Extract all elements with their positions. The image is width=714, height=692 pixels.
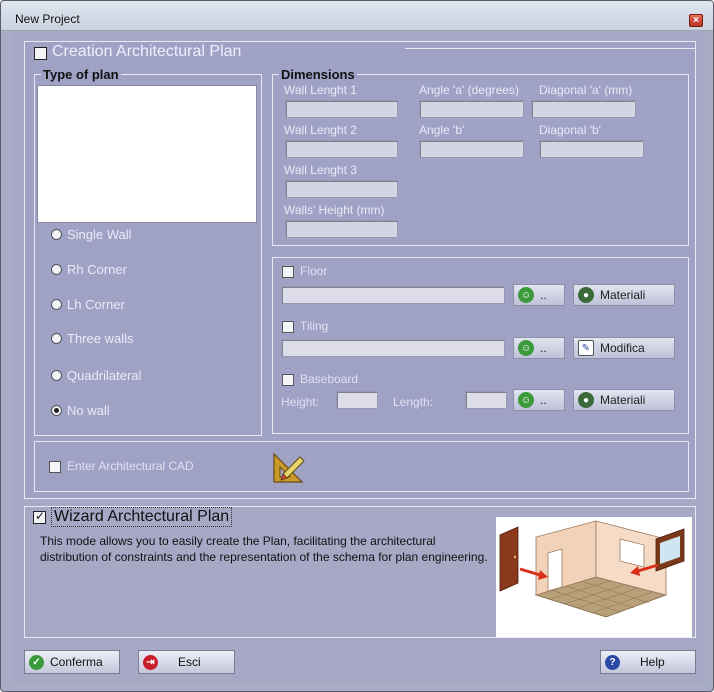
angle-a-label: Angle 'a' (degrees) bbox=[419, 83, 519, 97]
radio-lh-corner[interactable] bbox=[51, 299, 62, 310]
title-bar: New Project × bbox=[1, 1, 713, 31]
wizard-label: Wizard Archtectural Plan bbox=[51, 507, 233, 527]
walls-height-field[interactable] bbox=[285, 220, 398, 238]
floor-materials-button[interactable]: ● Materiali bbox=[573, 284, 675, 306]
baseboard-length-label: Length: bbox=[393, 395, 434, 409]
type-of-plan-group: Type of plan Single Wall Rh Corner Lh Co… bbox=[34, 67, 262, 436]
tiling-browse-button[interactable]: ☺ .. bbox=[513, 337, 565, 359]
checkmark-icon: ✓ bbox=[29, 654, 44, 670]
new-project-dialog: New Project × Creation Architectural Pla… bbox=[0, 0, 714, 692]
window-title: New Project bbox=[15, 12, 80, 26]
wall-length-3-label: Wall Lenght 3 bbox=[284, 163, 357, 177]
materials-icon: ● bbox=[578, 392, 594, 408]
rh-corner-label: Rh Corner bbox=[67, 262, 127, 277]
baseboard-browse-button[interactable]: ☺ .. bbox=[513, 389, 565, 411]
diagonal-b-field[interactable] bbox=[539, 140, 644, 158]
baseboard-label: Baseboard bbox=[300, 372, 359, 386]
creation-label: Creation Architectural Plan bbox=[52, 43, 242, 60]
dimensions-title: Dimensions bbox=[279, 67, 357, 82]
wall-length-3-field[interactable] bbox=[285, 180, 398, 198]
wall-length-1-field[interactable] bbox=[285, 100, 398, 118]
walls-height-label: Walls' Height (mm) bbox=[284, 203, 385, 217]
browse-icon: ☺ bbox=[518, 392, 534, 408]
floor-material-field[interactable] bbox=[281, 286, 505, 304]
wall-length-2-field[interactable] bbox=[285, 140, 398, 158]
cad-pencil-icon[interactable] bbox=[271, 450, 307, 484]
single-wall-label: Single Wall bbox=[67, 227, 132, 242]
cad-checkbox[interactable] bbox=[49, 461, 61, 473]
angle-a-field[interactable] bbox=[419, 100, 524, 118]
edit-icon: ✎ bbox=[578, 340, 594, 356]
baseboard-materials-label: Materiali bbox=[600, 393, 646, 407]
radio-no-wall[interactable] bbox=[51, 405, 62, 416]
wizard-panel: ✓ Wizard Archtectural Plan This mode all… bbox=[24, 506, 696, 638]
help-icon: ? bbox=[605, 654, 620, 670]
check-icon: ✓ bbox=[35, 509, 46, 523]
wizard-description: This mode allows you to easily create th… bbox=[40, 534, 488, 564]
confirm-label: Conferma bbox=[50, 655, 103, 669]
dimensions-group: Dimensions Wall Lenght 1 Angle 'a' (degr… bbox=[272, 67, 689, 246]
floor-browse-button[interactable]: ☺ .. bbox=[513, 284, 565, 306]
wizard-checkbox[interactable]: ✓ bbox=[33, 509, 46, 524]
tiling-modify-label: Modifica bbox=[600, 341, 645, 355]
tiling-browse-label: .. bbox=[540, 341, 547, 355]
floor-label: Floor bbox=[300, 264, 328, 278]
tiling-material-field[interactable] bbox=[281, 339, 505, 357]
floor-browse-label: .. bbox=[540, 288, 547, 302]
exit-label: Esci bbox=[178, 655, 201, 669]
baseboard-length-field[interactable] bbox=[465, 391, 507, 409]
wall-length-1-label: Wall Lenght 1 bbox=[284, 83, 357, 97]
close-button[interactable]: × bbox=[689, 14, 703, 27]
radio-selected-dot bbox=[54, 408, 59, 413]
wall-length-2-label: Wall Lenght 2 bbox=[284, 123, 357, 137]
radio-rh-corner[interactable] bbox=[51, 264, 62, 275]
baseboard-height-field[interactable] bbox=[336, 391, 378, 409]
baseboard-height-label: Height: bbox=[281, 395, 320, 409]
radio-single-wall[interactable] bbox=[51, 229, 62, 240]
room-illustration bbox=[496, 517, 692, 637]
no-wall-label: No wall bbox=[67, 403, 110, 418]
diagonal-a-label: Diagonal 'a' (mm) bbox=[539, 83, 633, 97]
browse-icon: ☺ bbox=[518, 287, 534, 303]
floor-materials-label: Materiali bbox=[600, 288, 646, 302]
radio-quadrilateral[interactable] bbox=[51, 370, 62, 381]
cad-group: Enter Architectural CAD bbox=[34, 441, 689, 492]
tiling-checkbox[interactable] bbox=[282, 321, 294, 333]
baseboard-browse-label: .. bbox=[540, 393, 547, 407]
tiling-modify-button[interactable]: ✎ Modifica bbox=[573, 337, 675, 359]
creation-checkbox[interactable] bbox=[34, 47, 47, 60]
help-label: Help bbox=[640, 655, 665, 669]
confirm-button[interactable]: ✓ Conferma bbox=[24, 650, 120, 674]
angle-b-field[interactable] bbox=[419, 140, 524, 158]
radio-three-walls[interactable] bbox=[51, 333, 62, 344]
help-button[interactable]: ? Help bbox=[600, 650, 696, 674]
quadrilateral-label: Quadrilateral bbox=[67, 368, 142, 383]
exit-icon: ⇥ bbox=[143, 654, 158, 670]
diagonal-b-label: Diagonal 'b' bbox=[539, 123, 601, 137]
browse-icon: ☺ bbox=[518, 340, 534, 356]
type-of-plan-title: Type of plan bbox=[41, 67, 121, 82]
dialog-body: Creation Architectural Plan Type of plan… bbox=[10, 32, 705, 682]
creation-panel: Creation Architectural Plan Type of plan… bbox=[24, 41, 696, 499]
plan-type-list[interactable] bbox=[37, 85, 257, 223]
angle-b-label: Angle 'b' bbox=[419, 123, 465, 137]
materials-icon: ● bbox=[578, 287, 594, 303]
lh-corner-label: Lh Corner bbox=[67, 297, 125, 312]
three-walls-label: Three walls bbox=[67, 331, 134, 346]
baseboard-checkbox[interactable] bbox=[282, 374, 294, 386]
exit-button[interactable]: ⇥ Esci bbox=[138, 650, 235, 674]
finishes-group: Floor ☺ .. ● Materiali Tiling ☺ .. ✎ Mod… bbox=[272, 257, 689, 434]
tiling-label: Tiling bbox=[300, 319, 329, 333]
baseboard-materials-button[interactable]: ● Materiali bbox=[573, 389, 675, 411]
diagonal-a-field[interactable] bbox=[531, 100, 636, 118]
floor-checkbox[interactable] bbox=[282, 266, 294, 278]
cad-label: Enter Architectural CAD bbox=[67, 459, 194, 473]
